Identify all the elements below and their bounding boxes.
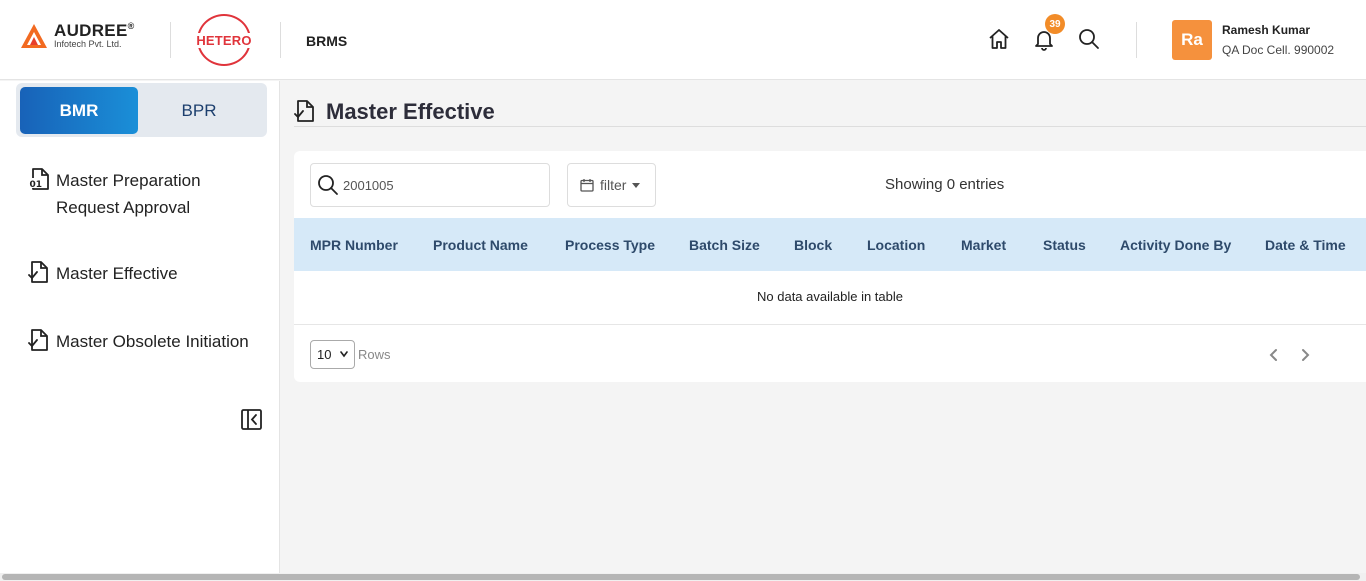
column-header-market[interactable]: Market bbox=[961, 237, 1006, 253]
rows-label: Rows bbox=[358, 347, 391, 362]
document-01-icon: 01 bbox=[29, 168, 49, 190]
avatar[interactable]: Ra bbox=[1172, 20, 1212, 60]
column-header-batch-size[interactable]: Batch Size bbox=[689, 237, 760, 253]
document-check-icon bbox=[28, 261, 48, 283]
rows-per-page-value: 10 bbox=[317, 347, 332, 362]
table-card: filter Showing 0 entries MPR Number Prod… bbox=[294, 151, 1366, 382]
user-name[interactable]: Ramesh Kumar bbox=[1222, 23, 1310, 37]
column-header-mpr-number[interactable]: MPR Number bbox=[310, 237, 398, 253]
sidebar-item-label-line1: Master Preparation bbox=[56, 171, 201, 190]
table-header: MPR Number Product Name Process Type Bat… bbox=[294, 218, 1366, 271]
tab-bpr[interactable]: BPR bbox=[140, 87, 258, 134]
column-header-block[interactable]: Block bbox=[794, 237, 832, 253]
brand-name: AUDREE bbox=[54, 21, 128, 40]
page-header: Master Effective bbox=[294, 97, 1366, 127]
document-check-icon bbox=[294, 100, 314, 122]
chevron-right-icon[interactable] bbox=[1298, 348, 1312, 362]
hetero-logo: HETERO bbox=[193, 14, 255, 66]
svg-text:01: 01 bbox=[30, 180, 43, 190]
brand-reg: ® bbox=[127, 21, 135, 31]
sidebar-item-master-preparation-request-approval[interactable]: 01 Master Preparation Request Approval bbox=[28, 167, 201, 221]
column-header-activity-done-by[interactable]: Activity Done By bbox=[1120, 237, 1231, 253]
document-check-icon bbox=[28, 329, 48, 351]
sidebar: BMR BPR 01 Master Preparation Request Ap… bbox=[0, 81, 280, 581]
home-icon[interactable] bbox=[987, 27, 1011, 51]
filter-label: filter bbox=[600, 177, 627, 193]
chevron-down-icon bbox=[340, 351, 348, 358]
column-header-location[interactable]: Location bbox=[867, 237, 925, 253]
audree-logo-text: AUDREE® Infotech Pvt. Ltd. bbox=[54, 22, 135, 49]
tab-bmr[interactable]: BMR bbox=[20, 87, 138, 134]
collapse-sidebar-icon[interactable] bbox=[241, 409, 262, 430]
caret-down-icon bbox=[632, 182, 641, 188]
column-header-product-name[interactable]: Product Name bbox=[433, 237, 528, 253]
sidebar-item-master-obsolete-initiation[interactable]: Master Obsolete Initiation bbox=[28, 328, 249, 355]
hetero-text: HETERO bbox=[195, 32, 253, 48]
filter-button[interactable]: filter bbox=[567, 163, 656, 207]
column-header-process-type[interactable]: Process Type bbox=[565, 237, 655, 253]
column-header-status[interactable]: Status bbox=[1043, 237, 1086, 253]
top-header: AUDREE® Infotech Pvt. Ltd. HETERO BRMS 3… bbox=[0, 0, 1366, 80]
sidebar-item-label-line2: Request Approval bbox=[56, 198, 191, 217]
sidebar-item-label: Master Obsolete Initiation bbox=[56, 332, 249, 351]
bmr-bpr-toggle: BMR BPR bbox=[16, 83, 267, 137]
search-box bbox=[310, 163, 550, 207]
search-input[interactable] bbox=[343, 177, 533, 193]
chevron-left-icon[interactable] bbox=[1267, 348, 1281, 362]
column-header-date-time[interactable]: Date & Time bbox=[1265, 237, 1346, 253]
sidebar-item-label: Master Effective bbox=[56, 264, 178, 283]
header-divider bbox=[280, 22, 281, 58]
audree-logo-icon bbox=[21, 23, 47, 48]
rows-per-page-select[interactable]: 10 bbox=[310, 340, 355, 369]
header-divider bbox=[1136, 22, 1137, 58]
search-icon bbox=[318, 175, 338, 195]
search-icon[interactable] bbox=[1077, 27, 1101, 51]
calendar-icon bbox=[580, 179, 594, 192]
horizontal-scrollbar[interactable] bbox=[0, 573, 1366, 581]
header-divider bbox=[170, 22, 171, 58]
notification-badge: 39 bbox=[1045, 14, 1065, 34]
entries-count: Showing 0 entries bbox=[885, 176, 1005, 193]
user-role: QA Doc Cell. 990002 bbox=[1222, 43, 1335, 57]
scrollbar-thumb[interactable] bbox=[2, 574, 1360, 580]
empty-table-message: No data available in table bbox=[294, 271, 1366, 325]
audree-logo[interactable]: AUDREE® Infotech Pvt. Ltd. bbox=[20, 22, 135, 49]
brand-subtitle: Infotech Pvt. Ltd. bbox=[54, 39, 122, 49]
page-title: Master Effective bbox=[326, 99, 495, 124]
app-name: BRMS bbox=[306, 33, 348, 49]
sidebar-item-master-effective[interactable]: Master Effective bbox=[28, 260, 178, 287]
sidebar-item-label: Master Preparation Request Approval bbox=[56, 167, 201, 221]
